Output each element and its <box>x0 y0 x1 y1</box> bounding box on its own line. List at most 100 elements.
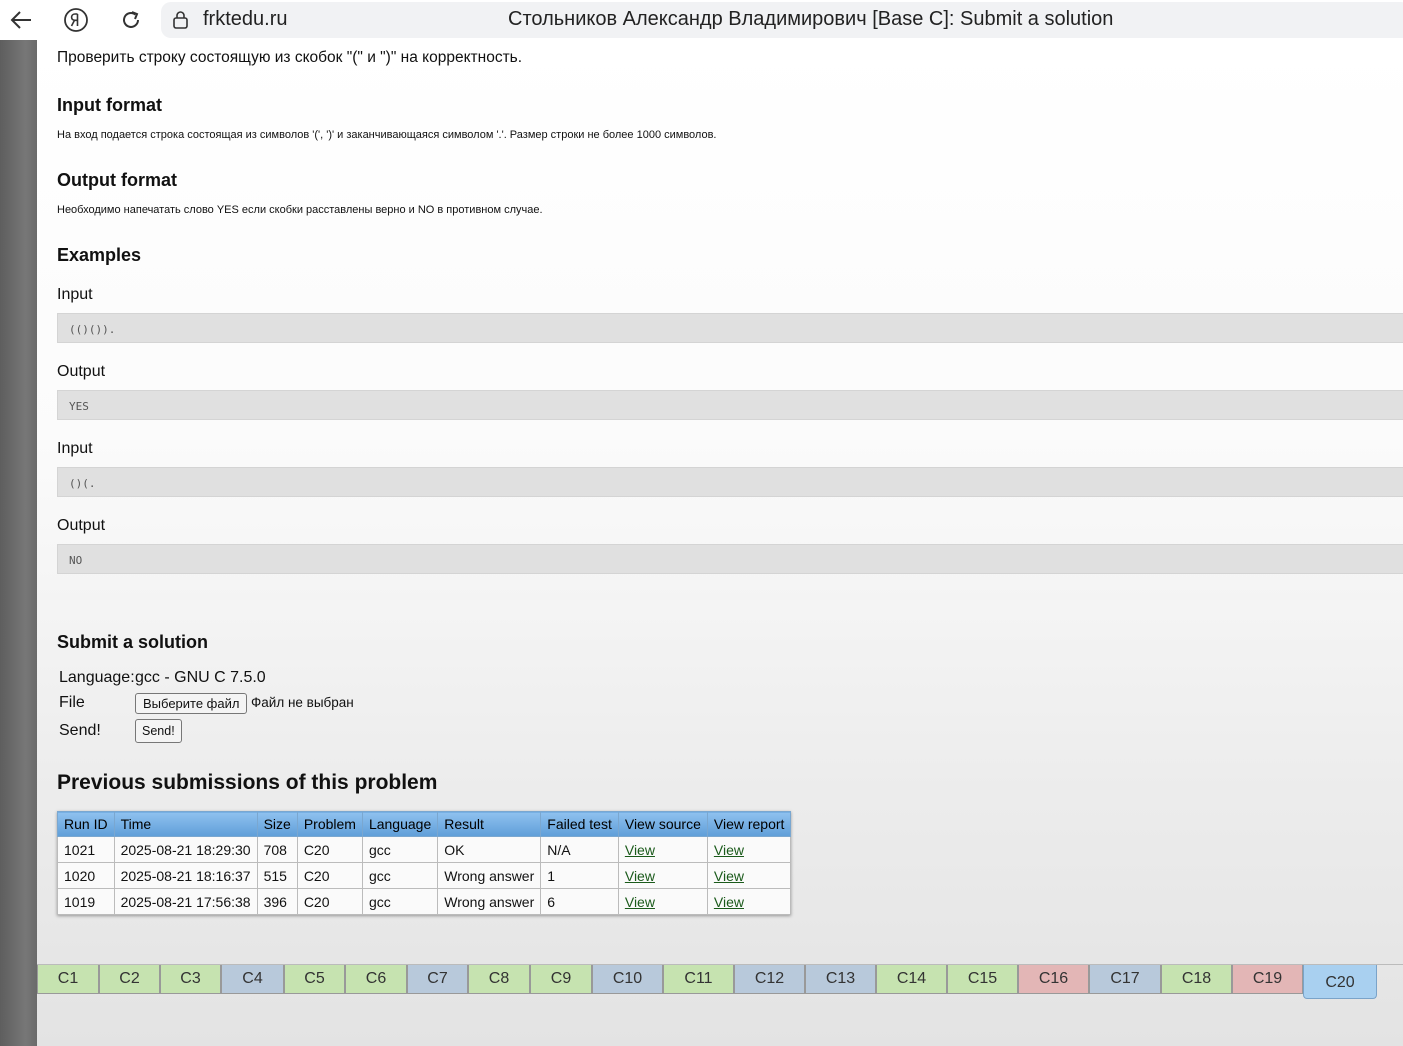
result: Wrong answer <box>437 888 542 915</box>
submit-heading: Submit a solution <box>57 632 208 652</box>
output-format-text: Необходимо напечатать слово YES если ско… <box>57 204 543 216</box>
language: gcc <box>361 888 439 915</box>
col-view-source: View source <box>617 811 708 837</box>
view-report-cell: View <box>706 862 792 889</box>
run-id: 1021 <box>57 836 115 863</box>
tab-c12[interactable]: C12 <box>734 965 805 994</box>
tab-c19[interactable]: C19 <box>1232 965 1303 994</box>
example-2-output-label: Output <box>57 517 106 534</box>
col-run-id: Run ID <box>57 811 115 837</box>
example-2-output: NO <box>57 544 1403 574</box>
view-report-cell: View <box>706 836 792 863</box>
view-source-cell: View <box>617 862 708 889</box>
input-format-heading: Input format <box>57 95 162 115</box>
examples-heading: Examples <box>57 245 142 265</box>
col-problem: Problem <box>296 811 363 837</box>
file-status: Файл не выбран <box>251 695 354 710</box>
tab-c8[interactable]: C8 <box>468 965 530 994</box>
example-1-input: (()()). <box>57 313 1403 343</box>
tab-c2[interactable]: C2 <box>99 965 160 994</box>
tab-c4[interactable]: C4 <box>221 965 284 994</box>
back-arrow-icon[interactable] <box>8 6 34 34</box>
tab-c7[interactable]: C7 <box>407 965 468 994</box>
yandex-icon[interactable] <box>62 6 90 34</box>
view-source-link[interactable]: View <box>625 868 655 884</box>
language-label: Language: <box>59 669 135 686</box>
tab-c11[interactable]: C11 <box>663 965 734 994</box>
browser-toolbar: frktedu.ru Стольников Александр Владимир… <box>0 0 1403 40</box>
result: OK <box>437 836 542 863</box>
col-size: Size <box>256 811 298 837</box>
page-title: Стольников Александр Владимирович [Base … <box>508 8 1114 30</box>
example-1-output: YES <box>57 390 1403 420</box>
run-id: 1019 <box>57 888 115 915</box>
view-report-link[interactable]: View <box>714 868 744 884</box>
tab-c3[interactable]: C3 <box>160 965 221 994</box>
view-source-link[interactable]: View <box>625 842 655 858</box>
tab-c20[interactable]: C20 <box>1303 965 1377 999</box>
view-source-link[interactable]: View <box>625 894 655 910</box>
tab-c13[interactable]: C13 <box>805 965 876 994</box>
problem: C20 <box>296 836 363 863</box>
left-sidebar-strip <box>0 40 37 1046</box>
example-2-input-label: Input <box>57 440 93 457</box>
previous-submissions-heading: Previous submissions of this problem <box>57 771 438 794</box>
col-language: Language <box>361 811 439 837</box>
failed-test: 1 <box>540 862 619 889</box>
time: 2025-08-21 18:16:37 <box>113 862 258 889</box>
language-value: gcc - GNU C 7.5.0 <box>135 669 266 686</box>
tab-c18[interactable]: C18 <box>1161 965 1232 994</box>
view-report-cell: View <box>706 888 792 915</box>
time: 2025-08-21 18:29:30 <box>113 836 258 863</box>
tab-c6[interactable]: C6 <box>345 965 407 994</box>
size: 396 <box>256 888 298 915</box>
run-id: 1020 <box>57 862 115 889</box>
result: Wrong answer <box>437 862 542 889</box>
table-row: 1020 2025-08-21 18:16:37 515 C20 gcc Wro… <box>57 862 792 889</box>
failed-test: N/A <box>540 836 619 863</box>
col-failed-test: Failed test <box>540 811 619 837</box>
col-view-report: View report <box>706 811 792 837</box>
col-time: Time <box>113 811 258 837</box>
time: 2025-08-21 17:56:38 <box>113 888 258 915</box>
lock-icon <box>172 10 192 30</box>
reload-icon[interactable] <box>118 6 144 34</box>
col-result: Result <box>437 811 542 837</box>
tab-c17[interactable]: C17 <box>1089 965 1161 994</box>
problem: C20 <box>296 888 363 915</box>
table-row: 1021 2025-08-21 18:29:30 708 C20 gcc OK … <box>57 836 792 863</box>
main-content: Проверить строку состоящую из скобок "("… <box>37 40 1403 1046</box>
language: gcc <box>361 836 439 863</box>
file-label: File <box>59 694 85 711</box>
tab-c1[interactable]: C1 <box>37 965 99 994</box>
problem: C20 <box>296 862 363 889</box>
tab-c16[interactable]: C16 <box>1018 965 1089 994</box>
send-label: Send! <box>59 722 101 739</box>
output-format-heading: Output format <box>57 170 177 190</box>
example-1-output-label: Output <box>57 363 106 380</box>
problem-tabs: C1 C2 C3 C4 C5 C6 C7 C8 C9 C10 C11 C12 C… <box>37 964 1403 999</box>
submissions-table: Run ID Time Size Problem Language Result… <box>57 811 792 915</box>
problem-statement: Проверить строку состоящую из скобок "("… <box>57 49 523 66</box>
tab-c15[interactable]: C15 <box>947 965 1018 994</box>
view-source-cell: View <box>617 836 708 863</box>
tab-c10[interactable]: C10 <box>592 965 663 994</box>
size: 515 <box>256 862 298 889</box>
example-2-input: ()(. <box>57 467 1403 497</box>
view-report-link[interactable]: View <box>714 842 744 858</box>
choose-file-button[interactable]: Выберите файл <box>135 693 248 714</box>
tab-c14[interactable]: C14 <box>876 965 947 994</box>
table-row: 1019 2025-08-21 17:56:38 396 C20 gcc Wro… <box>57 888 792 915</box>
input-format-text: На вход подается строка состоящая из сим… <box>57 129 717 141</box>
language: gcc <box>361 862 439 889</box>
failed-test: 6 <box>540 888 619 915</box>
tab-c5[interactable]: C5 <box>284 965 345 994</box>
size: 708 <box>256 836 298 863</box>
url-text[interactable]: frktedu.ru <box>203 8 287 31</box>
table-header-row: Run ID Time Size Problem Language Result… <box>57 811 792 837</box>
send-button[interactable]: Send! <box>135 719 182 743</box>
tab-c9[interactable]: C9 <box>530 965 592 994</box>
example-1-input-label: Input <box>57 286 93 303</box>
view-report-link[interactable]: View <box>714 894 744 910</box>
view-source-cell: View <box>617 888 708 915</box>
